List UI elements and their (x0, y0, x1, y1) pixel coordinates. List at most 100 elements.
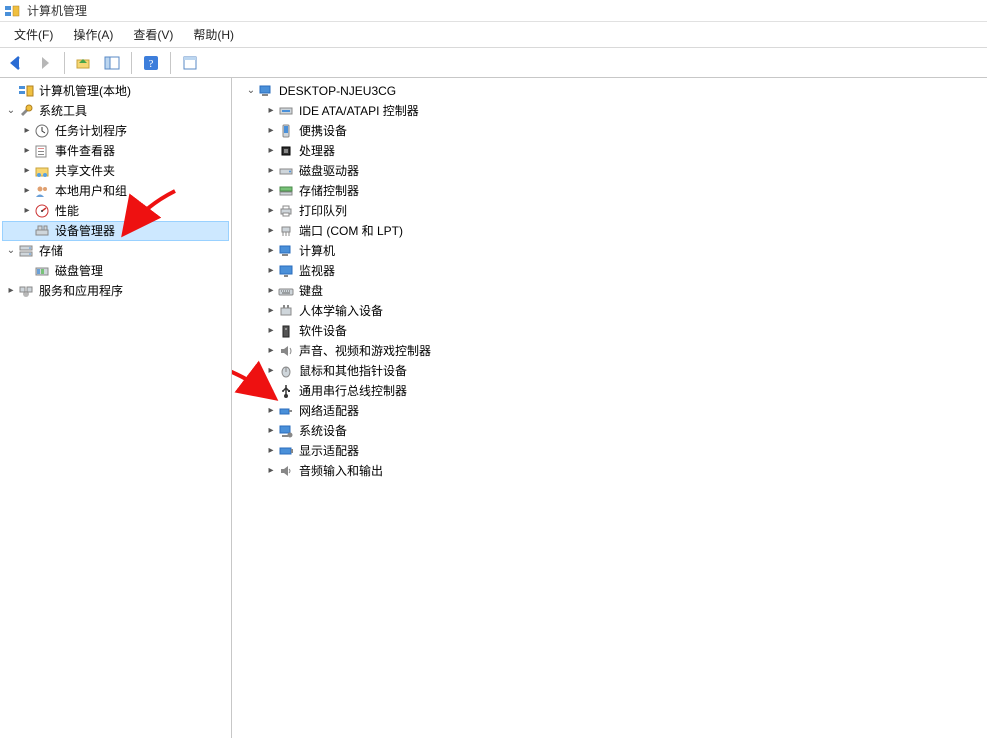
chevron-right-icon[interactable]: ▸ (264, 284, 278, 298)
chevron-right-icon[interactable]: ▸ (264, 384, 278, 398)
chevron-down-icon[interactable]: ⌄ (4, 244, 18, 258)
chevron-right-icon[interactable]: ▸ (264, 264, 278, 278)
toolbar: ? (0, 48, 987, 78)
hid-icon (278, 303, 294, 319)
device-hid[interactable]: ▸ 人体学输入设备 (242, 301, 985, 321)
toolbar-up-button[interactable] (71, 50, 97, 76)
device-monitors[interactable]: ▸ 监视器 (242, 261, 985, 281)
chevron-right-icon[interactable]: ▸ (264, 444, 278, 458)
device-disk-drives[interactable]: ▸ 磁盘驱动器 (242, 161, 985, 181)
printer-icon (278, 203, 294, 219)
tree-shared-folders[interactable]: ▸ 共享文件夹 (2, 161, 229, 181)
device-processors[interactable]: ▸ 处理器 (242, 141, 985, 161)
menu-file[interactable]: 文件(F) (4, 22, 63, 48)
menu-view[interactable]: 查看(V) (123, 22, 183, 48)
chevron-right-icon[interactable]: ▸ (264, 424, 278, 438)
device-keyboards[interactable]: ▸ 键盘 (242, 281, 985, 301)
chevron-right-icon[interactable]: ▸ (20, 204, 34, 218)
chevron-down-icon[interactable]: ⌄ (4, 104, 18, 118)
chevron-right-icon[interactable]: ▸ (20, 144, 34, 158)
toolbar-showtree-button[interactable] (99, 50, 125, 76)
app-icon (4, 3, 20, 19)
network-adapter-icon (278, 403, 294, 419)
console-tree-pane: ▸ 计算机管理(本地) ⌄ 系统工具 ▸ 任务计划程序 ▸ 事件查看器 ▸ (0, 78, 232, 738)
device-portable-devices[interactable]: ▸ 便携设备 (242, 121, 985, 141)
pc-icon (278, 243, 294, 259)
chevron-right-icon[interactable]: ▸ (264, 204, 278, 218)
help-icon: ? (142, 54, 160, 72)
details-pane: ⌄ DESKTOP-NJEU3CG ▸ IDE ATA/ATAPI 控制器 ▸ … (232, 78, 987, 738)
device-print-queues[interactable]: ▸ 打印队列 (242, 201, 985, 221)
device-usb-controllers[interactable]: ▸ 通用串行总线控制器 (242, 381, 985, 401)
cpu-icon (278, 143, 294, 159)
chevron-right-icon[interactable]: ▸ (4, 284, 18, 298)
chevron-right-icon[interactable]: ▸ (264, 124, 278, 138)
device-system-devices[interactable]: ▸ 系统设备 (242, 421, 985, 441)
tree-disk-management[interactable]: ▸ 磁盘管理 (2, 261, 229, 281)
port-icon (278, 223, 294, 239)
portable-device-icon (278, 123, 294, 139)
menu-help[interactable]: 帮助(H) (183, 22, 244, 48)
device-root[interactable]: ⌄ DESKTOP-NJEU3CG (242, 81, 985, 101)
toolbar-forward-button[interactable] (32, 50, 58, 76)
event-log-icon (34, 143, 50, 159)
toolbar-separator (131, 52, 132, 74)
toolbar-properties-button[interactable] (177, 50, 203, 76)
audio-io-icon (278, 463, 294, 479)
device-mice-pointing[interactable]: ▸ 鼠标和其他指针设备 (242, 361, 985, 381)
tree-task-scheduler[interactable]: ▸ 任务计划程序 (2, 121, 229, 141)
tree-root-computer-management[interactable]: ▸ 计算机管理(本地) (2, 81, 229, 101)
chevron-right-icon[interactable]: ▸ (20, 164, 34, 178)
chevron-right-icon[interactable]: ▸ (264, 184, 278, 198)
storage-controller-icon (278, 183, 294, 199)
clock-icon (34, 123, 50, 139)
window-titlebar: 计算机管理 (0, 0, 987, 22)
computer-mgmt-icon (18, 83, 34, 99)
console-tree[interactable]: ▸ 计算机管理(本地) ⌄ 系统工具 ▸ 任务计划程序 ▸ 事件查看器 ▸ (0, 78, 231, 304)
tree-storage[interactable]: ⌄ 存储 (2, 241, 229, 261)
chevron-right-icon[interactable]: ▸ (264, 344, 278, 358)
device-storage-controllers[interactable]: ▸ 存储控制器 (242, 181, 985, 201)
chevron-right-icon[interactable]: ▸ (264, 404, 278, 418)
device-software-devices[interactable]: ▸ 软件设备 (242, 321, 985, 341)
chevron-right-icon[interactable]: ▸ (264, 364, 278, 378)
chevron-right-icon[interactable]: ▸ (264, 324, 278, 338)
tree-local-users-groups[interactable]: ▸ 本地用户和组 (2, 181, 229, 201)
device-ports[interactable]: ▸ 端口 (COM 和 LPT) (242, 221, 985, 241)
device-display-adapters[interactable]: ▸ 显示适配器 (242, 441, 985, 461)
chevron-right-icon[interactable]: ▸ (20, 184, 34, 198)
chevron-right-icon[interactable]: ▸ (264, 244, 278, 258)
chevron-down-icon[interactable]: ⌄ (244, 84, 258, 98)
usb-icon (278, 383, 294, 399)
window-title: 计算机管理 (27, 2, 87, 19)
device-sound-video-game[interactable]: ▸ 声音、视频和游戏控制器 (242, 341, 985, 361)
svg-text:?: ? (149, 58, 154, 70)
device-computer[interactable]: ▸ 计算机 (242, 241, 985, 261)
chevron-right-icon[interactable]: ▸ (264, 104, 278, 118)
chevron-right-icon[interactable]: ▸ (20, 124, 34, 138)
device-ide-controllers[interactable]: ▸ IDE ATA/ATAPI 控制器 (242, 101, 985, 121)
keyboard-icon (278, 283, 294, 299)
tree-performance[interactable]: ▸ 性能 (2, 201, 229, 221)
chevron-right-icon[interactable]: ▸ (264, 144, 278, 158)
menu-action[interactable]: 操作(A) (63, 22, 123, 48)
device-network-adapters[interactable]: ▸ 网络适配器 (242, 401, 985, 421)
users-icon (34, 183, 50, 199)
tree-event-viewer[interactable]: ▸ 事件查看器 (2, 141, 229, 161)
device-manager-icon (34, 223, 50, 239)
tree-system-tools[interactable]: ⌄ 系统工具 (2, 101, 229, 121)
device-audio-io[interactable]: ▸ 音频输入和输出 (242, 461, 985, 481)
tree-services-and-apps[interactable]: ▸ 服务和应用程序 (2, 281, 229, 301)
performance-icon (34, 203, 50, 219)
toolbar-back-button[interactable] (4, 50, 30, 76)
arrow-left-icon (8, 54, 26, 72)
chevron-right-icon[interactable]: ▸ (264, 464, 278, 478)
chevron-right-icon[interactable]: ▸ (264, 224, 278, 238)
toolbar-help-button[interactable]: ? (138, 50, 164, 76)
chevron-right-icon[interactable]: ▸ (264, 304, 278, 318)
pane-toggle-icon (103, 54, 121, 72)
device-tree[interactable]: ⌄ DESKTOP-NJEU3CG ▸ IDE ATA/ATAPI 控制器 ▸ … (232, 78, 987, 484)
tree-device-manager[interactable]: ▸ 设备管理器 (2, 221, 229, 241)
chevron-right-icon[interactable]: ▸ (264, 164, 278, 178)
mouse-icon (278, 363, 294, 379)
